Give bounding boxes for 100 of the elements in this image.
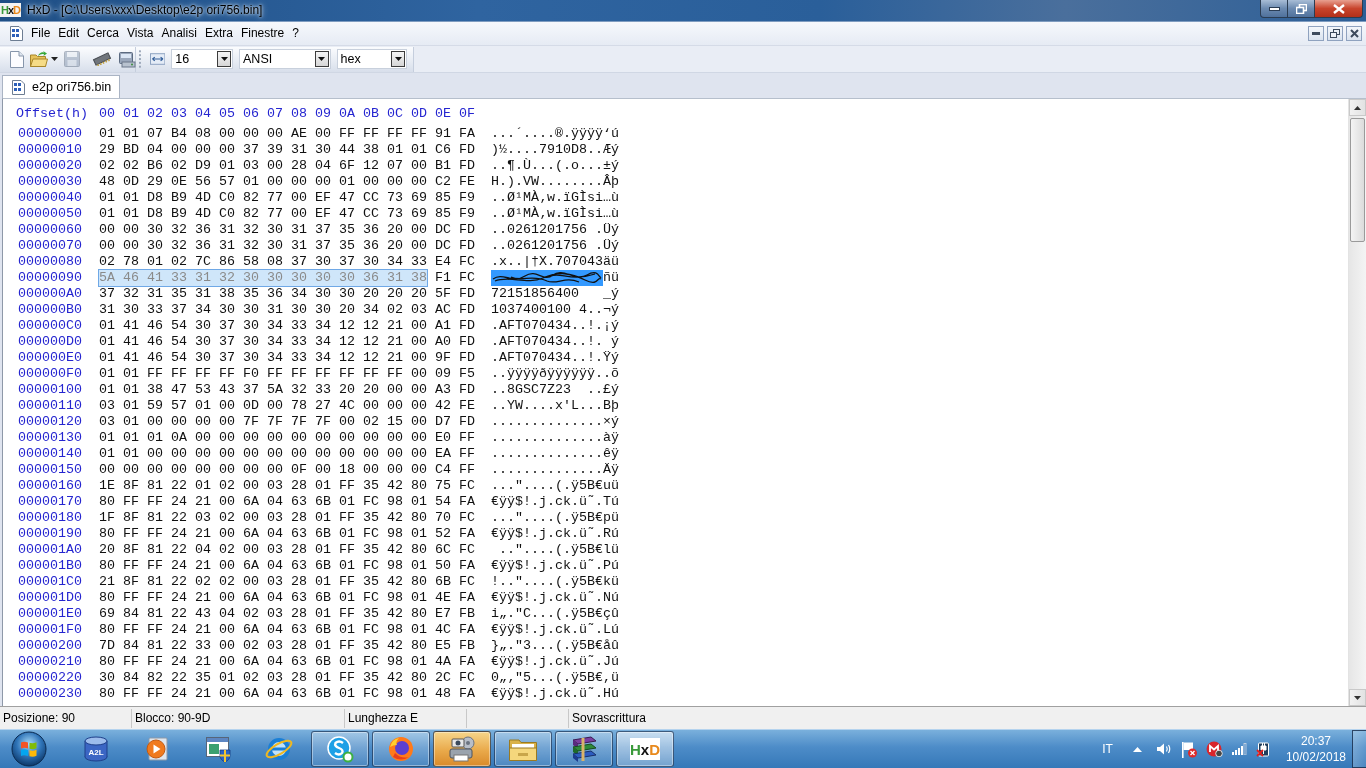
ascii-text: H.).VW........Âþ <box>491 174 619 190</box>
menu-item[interactable]: File <box>27 24 55 43</box>
offset-base-dropdown[interactable]: hex <box>336 49 407 69</box>
ascii-text: ..Ø¹MÀ‚w.ïGÌsi…ù <box>491 206 619 222</box>
column-header: 09 <box>315 106 331 122</box>
hex-bytes: 69 84 81 22 43 04 02 03 28 01 FF 35 42 80 E7 FB <box>99 606 475 622</box>
hex-bytes: 01 41 46 54 30 37 30 34 33 34 12 12 21 00 A1 FD <box>99 318 475 334</box>
hex-bytes: 00 00 30 32 36 31 32 30 31 37 35 36 20 00 DC FD <box>99 222 475 238</box>
column-header: 0F <box>459 106 475 122</box>
offset-label: 000000E0 <box>18 350 83 366</box>
minimize-button[interactable] <box>1308 26 1324 41</box>
play-icon <box>144 736 170 762</box>
minimize-button[interactable] <box>1260 0 1288 18</box>
menu-item[interactable]: Analisi <box>157 24 201 43</box>
menu-item[interactable]: ? <box>288 24 303 43</box>
grip-handle[interactable] <box>139 49 142 69</box>
close-button[interactable] <box>1346 26 1362 41</box>
round-badge-icon[interactable] <box>1205 741 1223 757</box>
column-header: 0A <box>339 106 355 122</box>
column-header: 03 <box>171 106 187 122</box>
status-text: Lunghezza E <box>348 710 419 725</box>
offset-label: 00000230 <box>18 686 83 702</box>
taskbar-button[interactable] <box>494 731 552 767</box>
hex-bytes: 80 FF FF 24 21 00 6A 04 63 6B 01 FC 98 01 4C FA <box>99 622 475 638</box>
menu-item[interactable]: Extra <box>200 24 237 43</box>
scroll-up-button[interactable] <box>1349 99 1366 116</box>
menu-item[interactable]: Vista <box>123 24 158 43</box>
offset-label: 00000130 <box>18 430 83 446</box>
hex-bytes: 03 01 59 57 01 00 0D 00 78 27 4C 00 00 00 42 FE <box>99 398 475 414</box>
disk-drive-button[interactable] <box>116 49 138 69</box>
bytes-per-row-dropdown[interactable]: 16 <box>171 49 234 69</box>
taskbar-button[interactable] <box>311 731 369 767</box>
vertical-scrollbar[interactable] <box>1348 99 1366 706</box>
offset-label: 00000080 <box>18 254 83 270</box>
scrollbar-thumb[interactable] <box>1350 118 1365 242</box>
offset-label: 000001B0 <box>18 558 83 574</box>
hex-bytes: 00 00 30 32 36 31 32 30 31 37 35 36 20 00 DC FD <box>99 238 475 254</box>
offset-label: 000000F0 <box>18 366 83 382</box>
close-button[interactable] <box>1315 0 1363 18</box>
blank-page-icon <box>10 50 24 68</box>
hex-bytes: 02 78 01 02 7C 86 58 08 37 30 37 30 34 33 E4 FC <box>99 254 475 270</box>
new-file-button[interactable] <box>8 49 26 69</box>
offset-label: 00000210 <box>18 654 83 670</box>
ascii-text: ñü <box>603 270 619 286</box>
ascii-text: .AFT070434..!.¡ý <box>491 318 619 334</box>
hex-bytes: 80 FF FF 24 21 00 6A 04 63 6B 01 FC 98 01 52 FA <box>99 526 475 542</box>
hex-bytes: 29 BD 04 00 00 00 37 39 31 30 44 38 01 01 C6 FD <box>99 142 475 158</box>
caret-down-icon <box>51 57 58 61</box>
offset-label: 00000030 <box>18 174 83 190</box>
flag-error-icon[interactable] <box>1180 740 1197 758</box>
ascii-text: .AFT070434..!.Ÿý <box>491 350 619 366</box>
restore-button[interactable] <box>1327 26 1343 41</box>
column-header: 05 <box>219 106 235 122</box>
ascii-text: €ÿÿ$!.j.ck.ü˜.Lú <box>491 622 619 638</box>
document-icon <box>12 79 25 95</box>
taskbar-button[interactable]: A2L <box>67 731 125 767</box>
offset-label: 00000160 <box>18 478 83 494</box>
clock-date[interactable]: 10/02/2018 <box>1285 749 1346 765</box>
taskbar-button[interactable] <box>372 731 430 767</box>
charset-dropdown[interactable]: ANSI <box>239 49 331 69</box>
taskbar-button[interactable] <box>433 731 491 767</box>
taskbar-button[interactable] <box>555 731 613 767</box>
ascii-text: ..ÿÿÿÿðÿÿÿÿÿÿ..õ <box>491 366 619 382</box>
ascii-text: .AFT070434..!. ý <box>491 334 619 350</box>
offset-label: 00000220 <box>18 670 83 686</box>
offset-label: 00000110 <box>18 398 83 414</box>
ascii-text: ..0261201756 .Üý <box>491 238 619 254</box>
offset-label: 00000100 <box>18 382 83 398</box>
restore-button[interactable] <box>1288 0 1315 18</box>
offset-label: 00000190 <box>18 526 83 542</box>
hex-bytes: 1E 8F 81 22 01 02 00 03 28 01 FF 35 42 80 75 FC <box>99 478 475 494</box>
ascii-text: €ÿÿ$!.j.ck.ü˜.Jú <box>491 654 619 670</box>
signal-bars-icon[interactable] <box>1231 743 1247 755</box>
ascii-text: 1037400100 4..¬ý <box>491 302 619 318</box>
column-header: 00 <box>99 106 115 122</box>
scroll-down-button[interactable] <box>1349 689 1366 706</box>
app-logo-icon: HxD <box>0 3 22 17</box>
taskbar-button[interactable]: HxD <box>616 731 674 767</box>
speaker-icon[interactable] <box>1155 742 1172 756</box>
column-header: 01 <box>123 106 139 122</box>
hex-bytes: 01 41 46 54 30 37 30 34 33 34 12 12 21 00 9F FD <box>99 350 475 366</box>
menu-item[interactable]: Cerca <box>83 24 124 43</box>
file-tab[interactable]: e2p ori756.bin <box>2 75 121 98</box>
open-file-button[interactable] <box>28 49 60 69</box>
column-header: 0D <box>411 106 427 122</box>
status-text: Blocco: 90-9D <box>135 710 211 725</box>
ascii-text: ..............àÿ <box>491 430 619 446</box>
hex-bytes: 01 01 D8 B9 4D C0 82 77 00 EF 47 CC 73 69 85 F9 <box>99 206 475 222</box>
ascii-text: €ÿÿ$!.j.ck.ü˜.Rú <box>491 526 619 542</box>
start-button[interactable] <box>11 731 47 767</box>
chevron-up-icon[interactable] <box>1132 746 1142 752</box>
power-plug-icon[interactable] <box>1255 741 1272 757</box>
show-desktop-button[interactable] <box>1352 730 1366 768</box>
hex-bytes: 7D 84 81 22 33 00 02 03 28 01 FF 35 42 80 E5 FB <box>99 638 475 654</box>
menu-item[interactable]: Edit <box>54 24 84 43</box>
offset-label: 000001F0 <box>18 622 83 638</box>
offset-header: Offset(h) <box>16 106 89 122</box>
printer-camera-icon <box>447 735 477 763</box>
menu-item[interactable]: Finestre <box>236 24 289 43</box>
hex-bytes: 1F 8F 81 22 03 02 00 03 28 01 FF 35 42 80 70 FC <box>99 510 475 526</box>
